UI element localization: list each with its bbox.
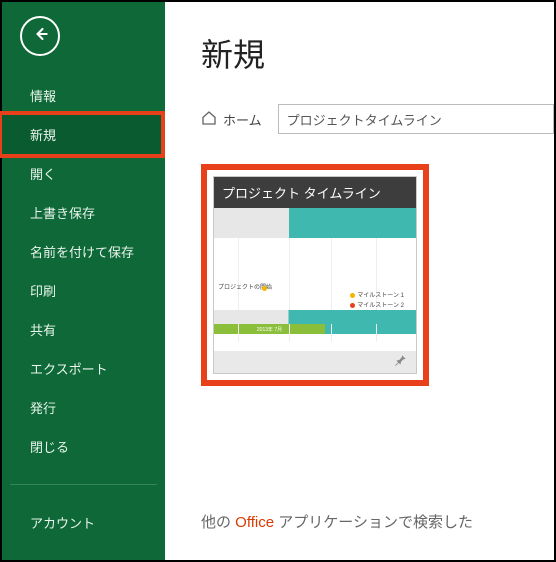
back-button[interactable] (20, 16, 60, 56)
chart-band-top (214, 208, 416, 238)
home-breadcrumb[interactable]: ホーム (201, 110, 262, 129)
footer-prefix: 他の (201, 514, 235, 531)
nav-label: 開く (30, 167, 56, 182)
backstage-sidebar: 情報 新規 開く 上書き保存 名前を付けて保存 印刷 共有 エクスポート 発行 … (2, 2, 165, 560)
footer-office: Office (235, 514, 274, 531)
nav-label: 上書き保存 (30, 206, 95, 221)
chart-axis (214, 310, 416, 324)
template-card-project-timeline[interactable]: プロジェクト タイムライン プロジェクトの開始 マイルストーン 1 マイルストー… (201, 164, 429, 386)
page-title: 新規 (201, 30, 554, 76)
nav-item-publish[interactable]: 発行 (2, 388, 165, 427)
nav-label: 名前を付けて保存 (30, 245, 134, 260)
home-icon (201, 110, 217, 129)
template-card-footer (214, 351, 416, 373)
pin-icon[interactable] (394, 353, 408, 372)
main-panel: 新規 ホーム プロジェクト タイムライン (165, 2, 554, 560)
nav-item-saveas[interactable]: 名前を付けて保存 (2, 232, 165, 271)
axis-month-label: 2013年 7月 (214, 324, 325, 334)
nav-item-share[interactable]: 共有 (2, 310, 165, 349)
home-label: ホーム (223, 110, 262, 129)
milestone-1-label: マイルストーン 1 (350, 290, 404, 299)
nav-label: エクスポート (30, 362, 108, 377)
nav-item-print[interactable]: 印刷 (2, 271, 165, 310)
chart-footer-band: 2013年 7月 (214, 324, 416, 334)
nav-item-info[interactable]: 情報 (2, 76, 165, 115)
footer-suffix: アプリケーションで検索した (274, 514, 473, 531)
milestone-2-label: マイルストーン 2 (350, 300, 404, 309)
arrow-left-icon (30, 24, 50, 49)
nav-label: 情報 (30, 89, 56, 104)
nav-label: 新規 (30, 128, 56, 143)
nav-label: 共有 (30, 323, 56, 338)
nav-label: 閉じる (30, 440, 69, 455)
template-preview: プロジェクト タイムライン プロジェクトの開始 マイルストーン 1 マイルストー… (213, 176, 417, 374)
separator (10, 484, 157, 485)
search-row: ホーム (201, 104, 554, 134)
template-search-input[interactable] (278, 104, 554, 134)
nav-item-account[interactable]: アカウント (2, 503, 165, 542)
search-other-apps-link[interactable]: 他の Office アプリケーションで検索した (201, 511, 473, 532)
timeline-chart: プロジェクトの開始 マイルストーン 1 マイルストーン 2 マイルストーン 20… (214, 208, 416, 351)
nav-item-save[interactable]: 上書き保存 (2, 193, 165, 232)
nav-item-close[interactable]: 閉じる (2, 427, 165, 466)
nav-item-export[interactable]: エクスポート (2, 349, 165, 388)
nav-label: 発行 (30, 401, 56, 416)
app-window: 情報 新規 開く 上書き保存 名前を付けて保存 印刷 共有 エクスポート 発行 … (0, 0, 556, 562)
chart-body: プロジェクトの開始 マイルストーン 1 マイルストーン 2 マイルストーン (214, 238, 416, 310)
nav-label: 印刷 (30, 284, 56, 299)
nav-item-new[interactable]: 新規 (0, 111, 165, 158)
template-title: プロジェクト タイムライン (214, 177, 416, 208)
nav-item-open[interactable]: 開く (2, 154, 165, 193)
nav-label: アカウント (30, 516, 95, 531)
